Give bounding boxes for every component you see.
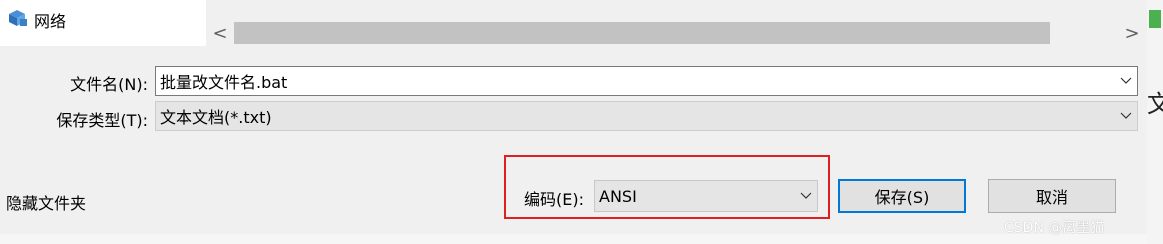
chevron-down-icon[interactable] <box>1115 67 1137 95</box>
cancel-button[interactable]: 取消 <box>988 179 1116 213</box>
save-button[interactable]: 保存(S) <box>838 179 966 213</box>
filename-label: 文件名(N): <box>70 75 148 94</box>
scrollbar-thumb[interactable] <box>234 22 1050 44</box>
filetype-value: 文本文档(*.txt) <box>160 108 272 127</box>
scroll-right-arrow[interactable]: > <box>1122 24 1142 44</box>
nav-item-network[interactable]: 网络 <box>6 8 66 32</box>
background-text: 文件 <box>1147 90 1163 118</box>
nav-item-label: 网络 <box>34 12 67 31</box>
highlight-box <box>504 155 830 219</box>
background-window-edge: 文件 <box>1147 0 1163 244</box>
filename-combobox[interactable]: 批量改文件名.bat <box>155 66 1138 96</box>
scroll-left-arrow[interactable]: < <box>210 24 230 44</box>
chevron-down-icon[interactable] <box>1115 102 1137 130</box>
window-bottom-edge <box>0 234 1147 244</box>
filetype-combobox[interactable]: 文本文档(*.txt) <box>155 101 1138 131</box>
hide-folders-toggle[interactable]: 隐藏文件夹 <box>6 190 86 214</box>
network-icon <box>6 8 28 32</box>
filename-value[interactable]: 批量改文件名.bat <box>156 69 1115 93</box>
green-tag-icon <box>1147 8 1161 30</box>
csdn-watermark: CSDN @离墨猫 <box>1004 220 1105 236</box>
navigation-pane: 网络 <box>0 0 206 46</box>
filetype-label: 保存类型(T): <box>56 111 148 130</box>
horizontal-scrollbar[interactable]: < > <box>206 22 1147 46</box>
